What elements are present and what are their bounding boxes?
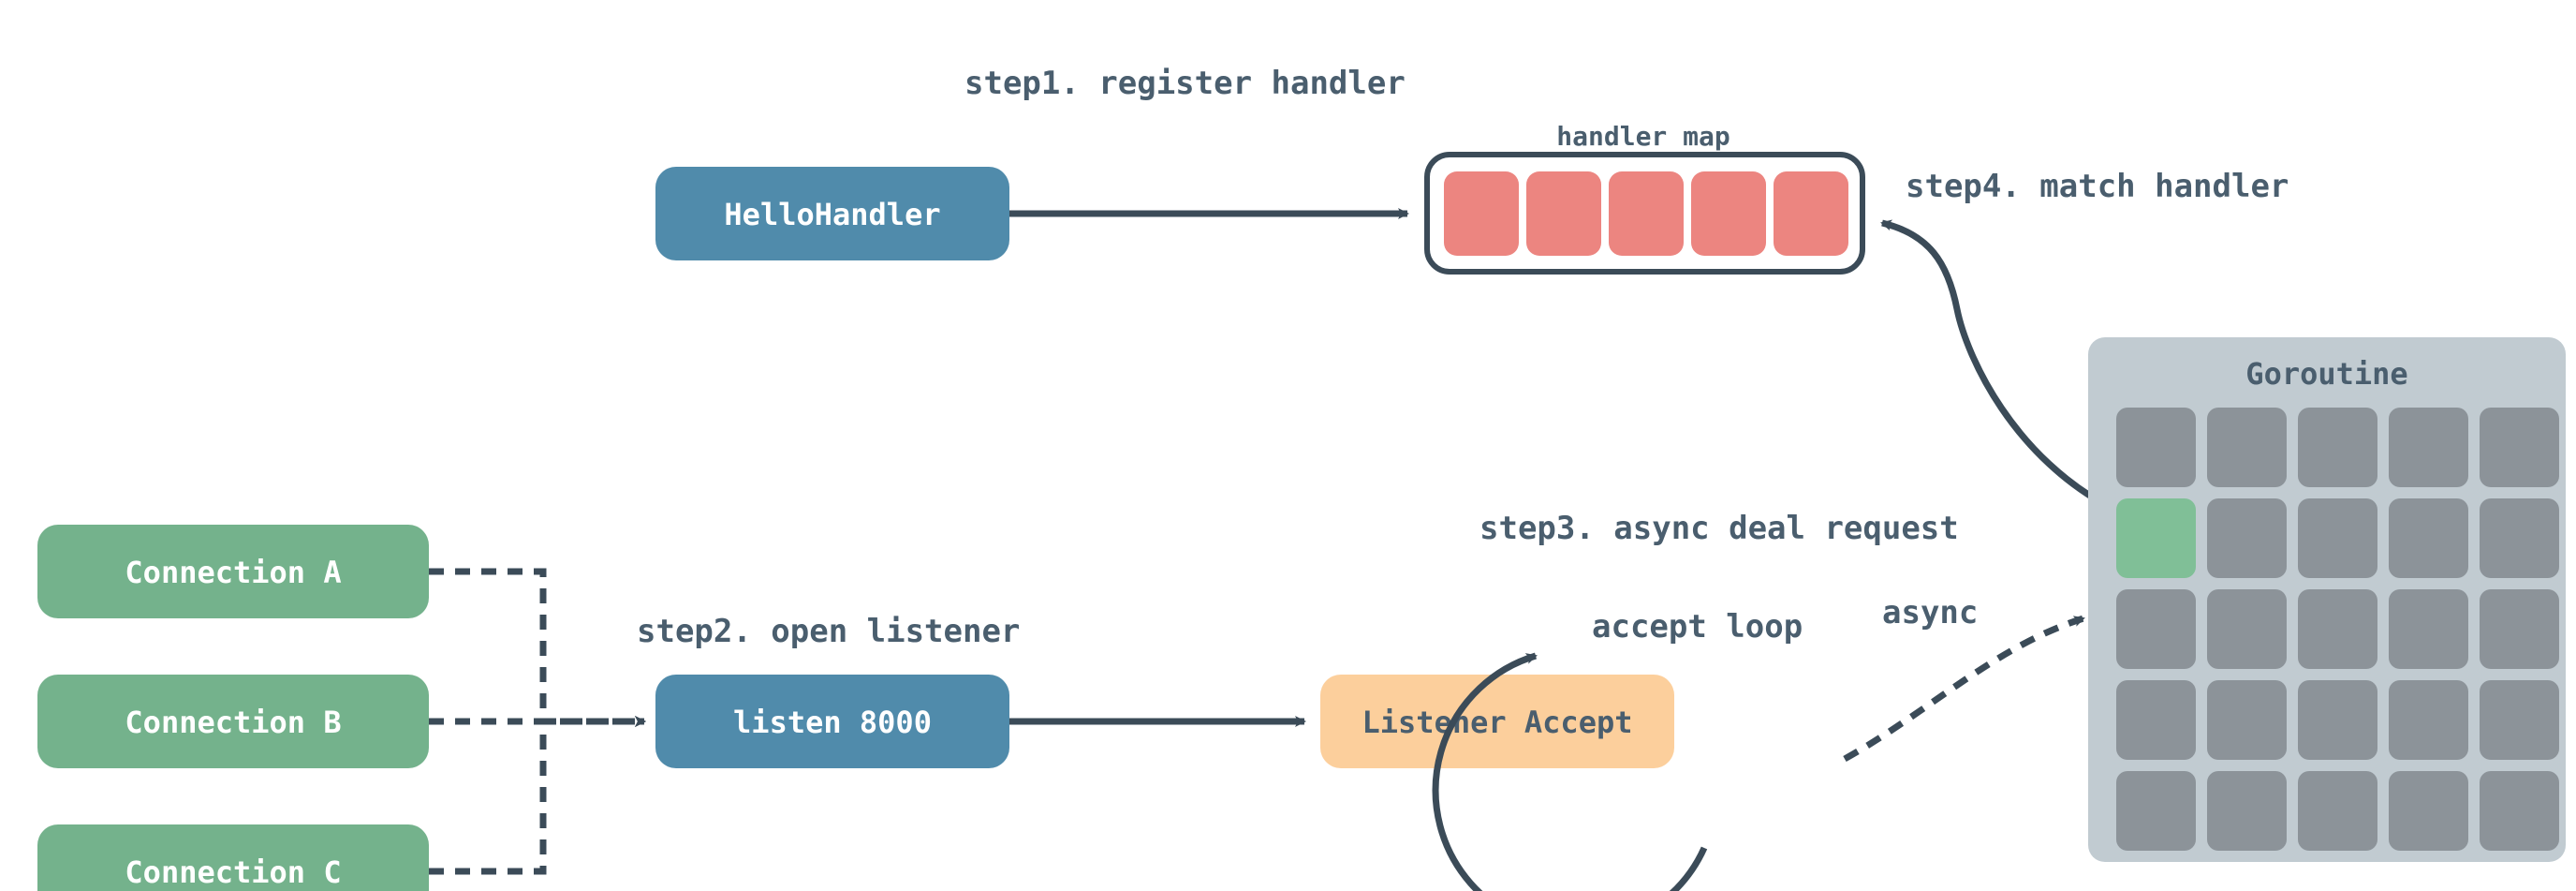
conn-c-line [429,721,644,871]
goroutine-grid [2116,408,2559,851]
handler-slot [1526,171,1601,256]
handler-slot [1774,171,1848,256]
conn-a-line [429,572,644,721]
step4-label: step4. match handler [1906,168,2289,205]
async-label: async [1882,594,1978,631]
handler-slot [1691,171,1766,256]
step2-label: step2. open listener [637,613,1020,650]
connection-b-label: Connection B [125,705,341,740]
listener-accept-label: Listener Accept [1362,705,1633,740]
arrow-match-handler [1882,223,2116,511]
goroutine-title: Goroutine [2245,356,2407,392]
accept-loop-label: accept loop [1592,608,1803,646]
async-arrow [1845,618,2083,759]
goroutine-active-cell [2116,498,2196,578]
handler-map-label: handler map [1556,121,1730,152]
diagram-canvas: HelloHandler step1. register handler han… [0,0,2576,891]
step3-label: step3. async deal request [1479,510,1959,547]
connection-c-label: Connection C [125,854,341,890]
listen-label: listen 8000 [733,705,932,740]
step1-label: step1. register handler [964,65,1406,102]
connection-a-label: Connection A [125,555,341,590]
hello-handler-label: HelloHandler [724,197,940,232]
handler-slot [1444,171,1519,256]
handler-slot [1609,171,1684,256]
